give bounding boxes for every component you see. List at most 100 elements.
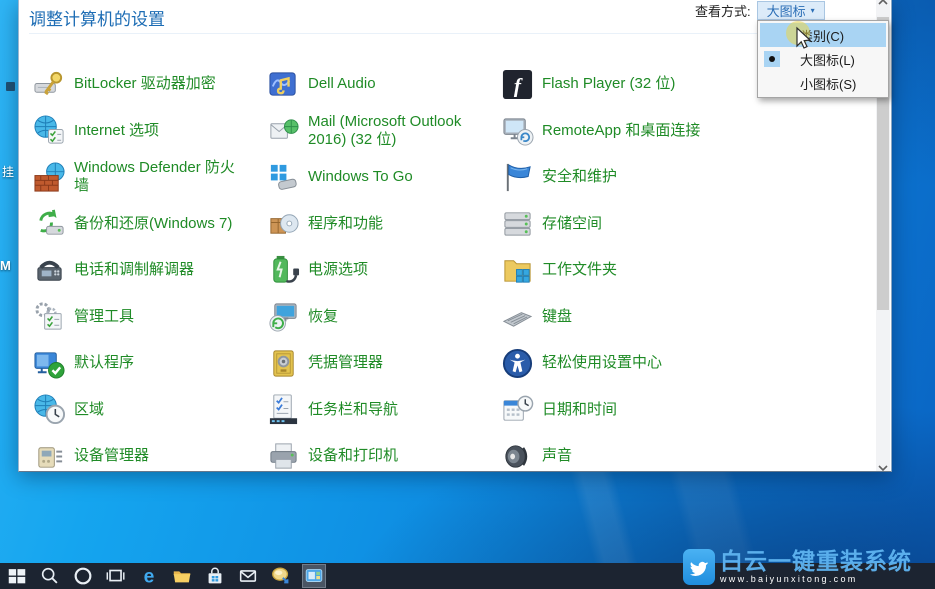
control-panel-item-label: 日期和时间: [542, 401, 617, 419]
control-panel-item-dell-audio[interactable]: Dell Audio: [267, 61, 501, 108]
control-panel-item-recovery[interactable]: 恢复: [267, 294, 501, 341]
control-panel-item-bitlocker[interactable]: BitLocker 驱动器加密: [33, 61, 267, 108]
control-panel-item-phone-modem[interactable]: 电话和调制解调器: [33, 247, 267, 294]
control-panel-item-label: Internet 选项: [74, 122, 159, 140]
control-panel-item-label: 管理工具: [74, 308, 134, 326]
view-by-dropdown-button[interactable]: 大图标 ▾: [757, 1, 825, 20]
control-panel-item-label: 工作文件夹: [542, 261, 617, 279]
control-panel-item-label: 默认程序: [74, 354, 134, 372]
control-panel-item-devices-printers[interactable]: 设备和打印机: [267, 433, 501, 472]
menu-item-small-icons[interactable]: 小图标(S): [760, 71, 886, 95]
control-panel-item-label: Windows To Go: [308, 168, 413, 186]
credential-manager-icon: [267, 347, 300, 380]
date-time-icon: [501, 393, 534, 426]
programs-features-icon: [267, 207, 300, 240]
internet-options-icon: [33, 114, 66, 147]
control-panel-item-storage-spaces[interactable]: 存储空间: [501, 201, 735, 248]
menu-item-label: 大图标(L): [800, 50, 855, 69]
recovery-icon: [267, 300, 300, 333]
taskbar-task-view-icon[interactable]: [104, 564, 128, 588]
control-panel-item-label: 备份和还原(Windows 7): [74, 215, 232, 233]
control-panel-item-label: Dell Audio: [308, 75, 376, 93]
control-panel-item-label: Mail (Microsoft Outlook 2016) (32 位): [308, 113, 480, 149]
taskbar-store-icon[interactable]: [203, 564, 227, 588]
control-panel-item-credential-manager[interactable]: 凭据管理器: [267, 340, 501, 387]
control-panel-item-label: Windows Defender 防火墙: [74, 159, 246, 195]
menu-item-category[interactable]: 类别(C): [760, 23, 886, 47]
page-title: 调整计算机的设置: [29, 5, 165, 30]
control-panel-item-security-maintenance[interactable]: 安全和维护: [501, 154, 735, 201]
taskbar-nav-icon: [267, 393, 300, 426]
control-panel-item-device-manager[interactable]: 设备管理器: [33, 433, 267, 472]
taskbar-control-panel-icon[interactable]: [302, 564, 326, 588]
menu-item-label: 类别(C): [800, 26, 844, 45]
control-panel-item-label: Flash Player (32 位): [542, 75, 675, 93]
control-panel-item-label: 安全和维护: [542, 168, 617, 186]
control-panel-item-flash-player[interactable]: fFlash Player (32 位): [501, 61, 735, 108]
windows-to-go-icon: [267, 161, 300, 194]
control-panel-item-label: 恢复: [308, 308, 338, 326]
control-panel-item-label: 电源选项: [308, 261, 368, 279]
control-panel-item-power-options[interactable]: 电源选项: [267, 247, 501, 294]
control-panel-item-backup-restore[interactable]: 备份和还原(Windows 7): [33, 201, 267, 248]
control-panel-item-default-programs[interactable]: 默认程序: [33, 340, 267, 387]
view-by-label: 查看方式:: [695, 1, 751, 20]
control-panel-item-date-time[interactable]: 日期和时间: [501, 387, 735, 434]
taskbar-edge-icon[interactable]: e: [137, 564, 161, 588]
scroll-up-icon[interactable]: [878, 4, 888, 12]
scroll-down-icon[interactable]: [878, 458, 888, 466]
radio-dot-icon: [769, 56, 775, 62]
power-options-icon: [267, 254, 300, 287]
taskbar-start-icon[interactable]: [5, 564, 29, 588]
control-panel-item-label: RemoteApp 和桌面连接: [542, 122, 700, 140]
control-panel-item-windows-to-go[interactable]: Windows To Go: [267, 154, 501, 201]
control-panel-item-label: BitLocker 驱动器加密: [74, 75, 216, 93]
control-panel-items-grid: BitLocker 驱动器加密 Dell Audio fFlash Player (…: [33, 61, 735, 472]
control-panel-item-label: 凭据管理器: [308, 354, 383, 372]
keyboard-icon: [501, 300, 534, 333]
taskbar-reinstall-tool-icon[interactable]: [269, 564, 293, 588]
control-panel-item-taskbar-nav[interactable]: 任务栏和导航: [267, 387, 501, 434]
control-panel-item-admin-tools[interactable]: 管理工具: [33, 294, 267, 341]
phone-modem-icon: [33, 254, 66, 287]
control-panel-item-internet-options[interactable]: Internet 选项: [33, 108, 267, 155]
taskbar: e: [0, 563, 935, 589]
control-panel-item-label: 区域: [74, 401, 104, 419]
taskbar-cortana-icon[interactable]: [71, 564, 95, 588]
selected-option-marker: [764, 51, 780, 67]
control-panel-item-remoteapp[interactable]: RemoteApp 和桌面连接: [501, 108, 735, 155]
taskbar-mail-icon[interactable]: [236, 564, 260, 588]
control-panel-item-mail-outlook[interactable]: Mail (Microsoft Outlook 2016) (32 位): [267, 108, 501, 155]
desktop: 挂 M 调整计算机的设置 查看方式: 大图标 ▾ BitLocker 驱动器加密…: [0, 0, 935, 589]
control-panel-item-firewall[interactable]: Windows Defender 防火墙: [33, 154, 267, 201]
device-manager-icon: [33, 440, 66, 472]
control-panel-item-label: 键盘: [542, 308, 572, 326]
control-panel-item-label: 声音: [542, 447, 572, 465]
ease-of-access-icon: [501, 347, 534, 380]
storage-spaces-icon: [501, 207, 534, 240]
svg-text:e: e: [144, 566, 155, 587]
default-programs-icon: [33, 347, 66, 380]
control-panel-item-label: 程序和功能: [308, 215, 383, 233]
security-maintenance-icon: [501, 161, 534, 194]
dell-audio-icon: [267, 68, 300, 101]
control-panel-item-region[interactable]: 区域: [33, 387, 267, 434]
control-panel-item-programs-features[interactable]: 程序和功能: [267, 201, 501, 248]
devices-printers-icon: [267, 440, 300, 472]
bitlocker-icon: [33, 68, 66, 101]
menu-item-label: 小图标(S): [800, 74, 856, 93]
control-panel-item-label: 存储空间: [542, 215, 602, 233]
chevron-down-icon: ▾: [811, 7, 815, 15]
control-panel-item-sound[interactable]: 声音: [501, 433, 735, 472]
control-panel-item-keyboard[interactable]: 键盘: [501, 294, 735, 341]
control-panel-item-label: 设备和打印机: [308, 447, 398, 465]
desktop-icon-label-fragment: 挂: [2, 163, 18, 180]
taskbar-file-explorer-icon[interactable]: [170, 564, 194, 588]
control-panel-item-work-folders[interactable]: 工作文件夹: [501, 247, 735, 294]
taskbar-search-icon[interactable]: [38, 564, 62, 588]
control-panel-item-ease-of-access[interactable]: 轻松使用设置中心: [501, 340, 735, 387]
desktop-icon-label-fragment: M: [0, 258, 16, 273]
control-panel-item-label: 任务栏和导航: [308, 401, 398, 419]
menu-item-large-icons[interactable]: 大图标(L): [760, 47, 886, 71]
control-panel-item-label: 设备管理器: [74, 447, 149, 465]
